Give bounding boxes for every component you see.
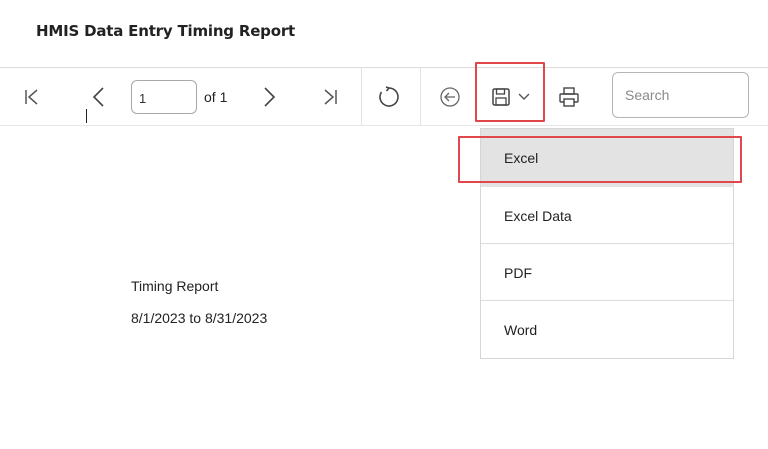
mouse-cursor — [86, 109, 87, 123]
previous-page-button[interactable] — [84, 68, 112, 125]
previous-page-icon — [91, 86, 105, 108]
toolbar-divider — [420, 68, 421, 125]
report-title: Timing Report — [131, 278, 219, 294]
page-number-input[interactable]: 1 — [131, 80, 197, 114]
next-page-button[interactable] — [256, 68, 284, 125]
last-page-icon — [322, 88, 338, 106]
toolbar-divider — [361, 68, 362, 125]
print-button[interactable] — [554, 68, 584, 125]
export-menu-item-excel-data[interactable]: Excel Data — [481, 187, 733, 245]
page-title: HMIS Data Entry Timing Report — [36, 22, 295, 40]
export-dropdown-menu: Excel Excel Data PDF Word — [480, 128, 734, 359]
export-menu-item-excel[interactable]: Excel — [481, 129, 733, 187]
refresh-button[interactable] — [374, 68, 404, 125]
first-page-button[interactable] — [18, 68, 46, 125]
save-icon — [491, 87, 511, 107]
print-icon — [558, 86, 580, 108]
chevron-down-icon — [518, 93, 530, 101]
back-button[interactable] — [436, 68, 464, 125]
page-count-label: of 1 — [204, 89, 228, 105]
first-page-icon — [24, 88, 40, 106]
save-export-button[interactable] — [480, 68, 540, 125]
back-icon — [439, 86, 461, 108]
next-page-icon — [263, 86, 277, 108]
refresh-icon — [377, 85, 401, 109]
export-menu-item-pdf[interactable]: PDF — [481, 243, 733, 301]
report-date-range: 8/1/2023 to 8/31/2023 — [131, 310, 268, 326]
search-input[interactable] — [612, 72, 749, 118]
export-menu-item-word[interactable]: Word — [481, 300, 733, 358]
last-page-button[interactable] — [316, 68, 344, 125]
